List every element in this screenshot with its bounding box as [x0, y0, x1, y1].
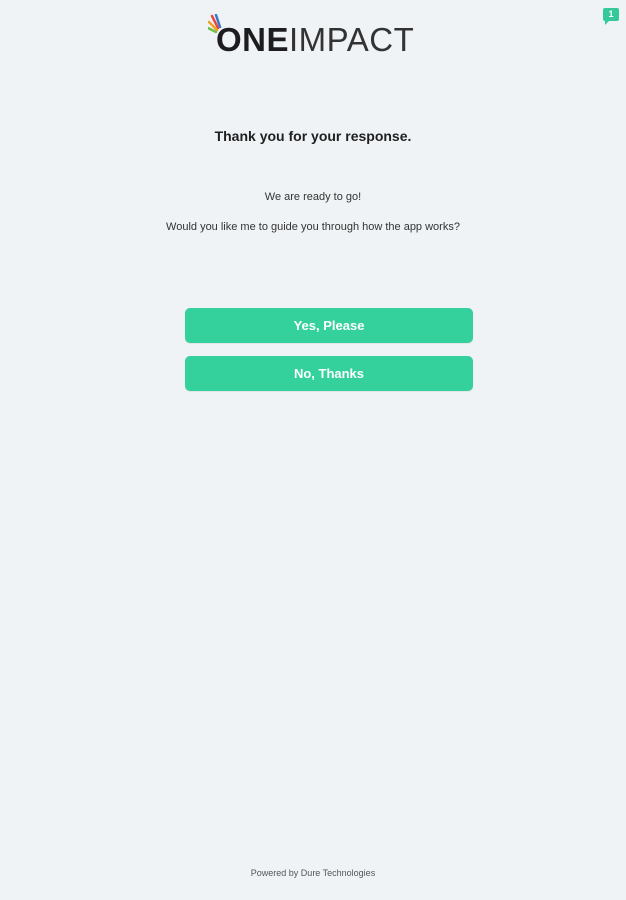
guide-question: Would you like me to guide you through h… — [166, 221, 460, 233]
ready-message: We are ready to go! — [264, 191, 362, 203]
logo-text-one: ONE — [216, 21, 290, 58]
no-thanks-button[interactable]: No, Thanks — [185, 356, 473, 391]
page-title: Thank you for your response. — [214, 128, 412, 144]
footer-powered-by: Powered by Dure Technologies — [250, 868, 376, 878]
yes-please-button[interactable]: Yes, Please — [185, 308, 473, 343]
logo-text: ONEIMPACT — [216, 22, 414, 58]
notification-badge[interactable]: 1 — [603, 8, 619, 25]
oneimpact-logo: ONEIMPACT — [208, 14, 414, 58]
notification-count: 1 — [608, 9, 614, 19]
logo-text-impact: IMPACT — [289, 21, 415, 58]
